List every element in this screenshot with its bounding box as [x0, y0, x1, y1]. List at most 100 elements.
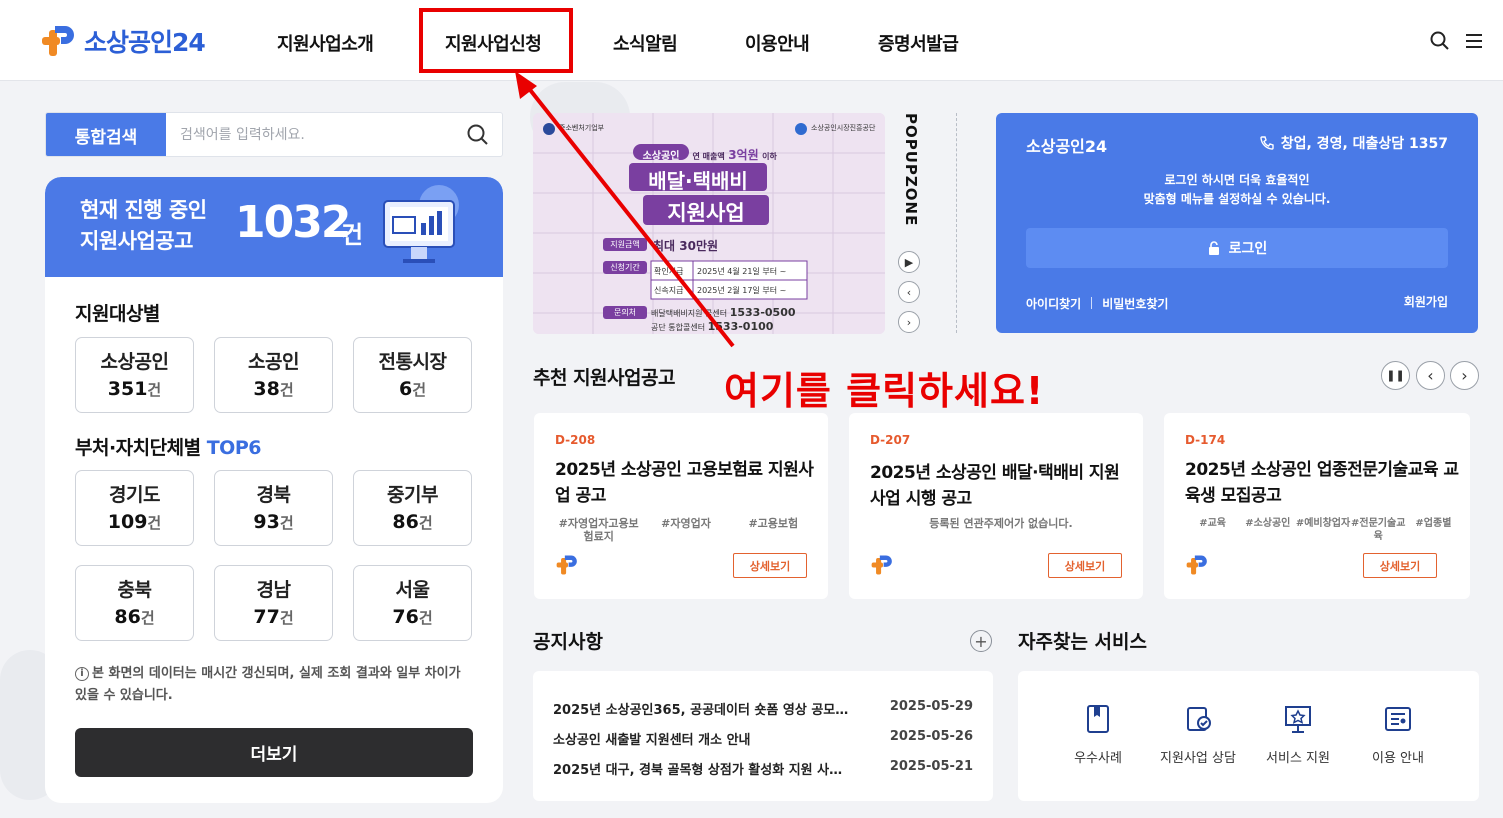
- card-tag[interactable]: #교육: [1185, 517, 1240, 543]
- services-title: 자주찾는 서비스: [1018, 631, 1147, 653]
- card-tags: 등록된 연관주제어가 없습니다.: [870, 517, 1132, 530]
- notice-item-title: 2025년 대구, 경북 골목형 상점가 활성화 지원 사…: [553, 763, 843, 778]
- nav-news[interactable]: 소식알림: [613, 30, 678, 56]
- more-button[interactable]: 더보기: [75, 728, 473, 777]
- card-title: 2025년 소상공인 고용보험료 지원사업 공고: [555, 460, 814, 506]
- card-tag[interactable]: #전문기술교육: [1351, 517, 1406, 543]
- card-tag[interactable]: #소상공인: [1240, 517, 1295, 543]
- region-title-text: 부처·자치단체별: [75, 437, 201, 459]
- logo-mark-icon: [42, 26, 74, 56]
- login-card-title: 소상공인24: [1026, 137, 1108, 156]
- login-button[interactable]: 로그인: [1026, 228, 1448, 268]
- tile-label: 경북: [256, 484, 291, 506]
- search-icon[interactable]: [1429, 30, 1451, 52]
- region-tile-gyeongbuk[interactable]: 경북 93건: [214, 470, 333, 546]
- consult-phone-text: 창업, 경영, 대출상담 1357: [1280, 136, 1448, 152]
- card-tag[interactable]: #자영업자: [642, 517, 729, 543]
- summary-header: 현재 진행 중인 지원사업공고 1032 건: [45, 177, 503, 277]
- tile-count-unit: 건: [140, 609, 155, 627]
- region-tile-seoul[interactable]: 서울 76건: [353, 565, 472, 641]
- popupzone-label: POPUPZONE: [902, 113, 920, 227]
- lock-icon: [1208, 241, 1219, 255]
- card-tag[interactable]: #고용보험: [730, 517, 817, 543]
- tile-label: 경기도: [109, 484, 160, 506]
- service-usage-guide[interactable]: 이용 안내: [1348, 703, 1448, 766]
- nav-usage-guide[interactable]: 이용안내: [745, 30, 810, 56]
- card-tag[interactable]: #업종별: [1406, 517, 1461, 543]
- notice-item-title: 소상공인 새출발 지원센터 개소 안내: [553, 733, 751, 748]
- region-tile-chungbuk[interactable]: 충북 86건: [75, 565, 194, 641]
- tile-count: 351건: [76, 378, 193, 400]
- region-tile-gyeongnam[interactable]: 경남 77건: [214, 565, 333, 641]
- tile-count-unit: 건: [279, 514, 294, 532]
- detail-button[interactable]: 상세보기: [1048, 553, 1122, 578]
- find-id-link[interactable]: 아이디찾기: [1026, 297, 1081, 311]
- dday-badge: D-208: [555, 433, 596, 447]
- nav-certificate[interactable]: 증명서발급: [878, 30, 959, 56]
- banner-contact-1: 배달택배비지원 콜센터 1533-0500: [651, 306, 796, 319]
- tile-count-value: 77: [253, 606, 280, 628]
- tile-label: 중기부: [387, 484, 438, 506]
- menu-icon[interactable]: [1463, 30, 1485, 52]
- banner-play-button[interactable]: ▶: [898, 251, 920, 273]
- phone-icon: [1260, 136, 1274, 150]
- link-separator: [1091, 297, 1093, 309]
- search-submit-icon[interactable]: [466, 123, 490, 147]
- plus-icon: +: [974, 631, 988, 651]
- tile-label: 전통시장: [378, 351, 447, 373]
- logo-mark-icon: [556, 555, 577, 575]
- play-icon: ▶: [904, 255, 914, 269]
- pause-icon: ❚❚: [1386, 369, 1405, 382]
- tile-count-value: 86: [392, 511, 419, 533]
- popup-banner[interactable]: 중소벤처기업부 소상공인시장진흥공단 소상공인 연 매출액 3억원 이하 배달·…: [533, 113, 885, 334]
- login-message: 로그인 하시면 더욱 효율적인 맞춤형 메뉴를 설정하실 수 있습니다.: [996, 171, 1478, 209]
- logo-mark-icon: [1186, 555, 1207, 575]
- card-tag[interactable]: #자영업자고용보험료지: [555, 517, 642, 543]
- card-tag[interactable]: #예비창업자: [1295, 517, 1350, 543]
- site-logo[interactable]: 소상공인24: [40, 22, 206, 60]
- banner-next-button[interactable]: ›: [898, 311, 920, 333]
- integrated-search-label[interactable]: 통합검색: [46, 113, 166, 156]
- card-tags: #교육 #소상공인 #예비창업자 #전문기술교육 #업종별: [1185, 517, 1461, 543]
- detail-button[interactable]: 상세보기: [733, 553, 807, 578]
- banner-prev-button[interactable]: ‹: [898, 281, 920, 303]
- service-consult[interactable]: 지원사업 상담: [1148, 703, 1248, 766]
- recommended-card[interactable]: D-207 2025년 소상공인 배달·택배비 지원 사업 시행 공고 등록된 …: [849, 413, 1143, 599]
- recommended-next-button[interactable]: ›: [1450, 361, 1479, 390]
- tile-label: 서울: [395, 579, 430, 601]
- tile-count-value: 351: [107, 378, 148, 400]
- tile-count-value: 86: [114, 606, 141, 628]
- service-label: 이용 안내: [1372, 751, 1424, 766]
- recommended-prev-button[interactable]: ‹: [1416, 361, 1445, 390]
- annotation-click-text: 여기를 클릭하세요!: [724, 369, 1045, 413]
- tile-count-unit: 건: [418, 514, 433, 532]
- region-tile-gyeonggi[interactable]: 경기도 109건: [75, 470, 194, 546]
- detail-button[interactable]: 상세보기: [1363, 553, 1437, 578]
- service-support[interactable]: 서비스 지원: [1248, 703, 1348, 766]
- service-label: 우수사례: [1074, 751, 1122, 766]
- tile-label: 충북: [117, 579, 152, 601]
- services-panel: 우수사례 지원사업 상담 서비스 지원 이용 안내: [1018, 671, 1479, 801]
- target-tile-small-manufacturer[interactable]: 소공인 38건: [214, 337, 333, 413]
- tile-count-value: 109: [107, 511, 148, 533]
- tile-count: 86건: [76, 606, 193, 628]
- nav-support-intro[interactable]: 지원사업소개: [277, 30, 374, 56]
- join-link[interactable]: 회원가입: [1404, 293, 1448, 310]
- banner-amount-label: 지원금액: [610, 240, 640, 249]
- recommended-card[interactable]: D-174 2025년 소상공인 업종전문기술교육 교육생 모집공고 #교육 #…: [1164, 413, 1470, 599]
- notices-more-button[interactable]: +: [970, 630, 992, 652]
- service-best-practice[interactable]: 우수사례: [1048, 703, 1148, 766]
- find-password-link[interactable]: 비밀번호찾기: [1102, 297, 1168, 311]
- data-notice: i본 화면의 데이터는 매시간 갱신되며, 실제 조회 결과와 일부 차이가 있…: [75, 663, 475, 707]
- tile-count-unit: 건: [147, 381, 162, 399]
- banner-contact-2-phone: 1533-0100: [707, 320, 774, 333]
- target-tile-small-business[interactable]: 소상공인 351건: [75, 337, 194, 413]
- target-tile-traditional-market[interactable]: 전통시장 6건: [353, 337, 472, 413]
- tile-count: 6건: [354, 378, 471, 400]
- region-tile-mss[interactable]: 중기부 86건: [353, 470, 472, 546]
- tile-count-value: 76: [392, 606, 419, 628]
- recommended-pause-button[interactable]: ❚❚: [1381, 361, 1410, 390]
- recommended-card[interactable]: D-208 2025년 소상공인 고용보험료 지원사업 공고 #자영업자고용보험…: [534, 413, 828, 599]
- tile-count-value: 93: [253, 511, 280, 533]
- search-input[interactable]: [166, 113, 456, 156]
